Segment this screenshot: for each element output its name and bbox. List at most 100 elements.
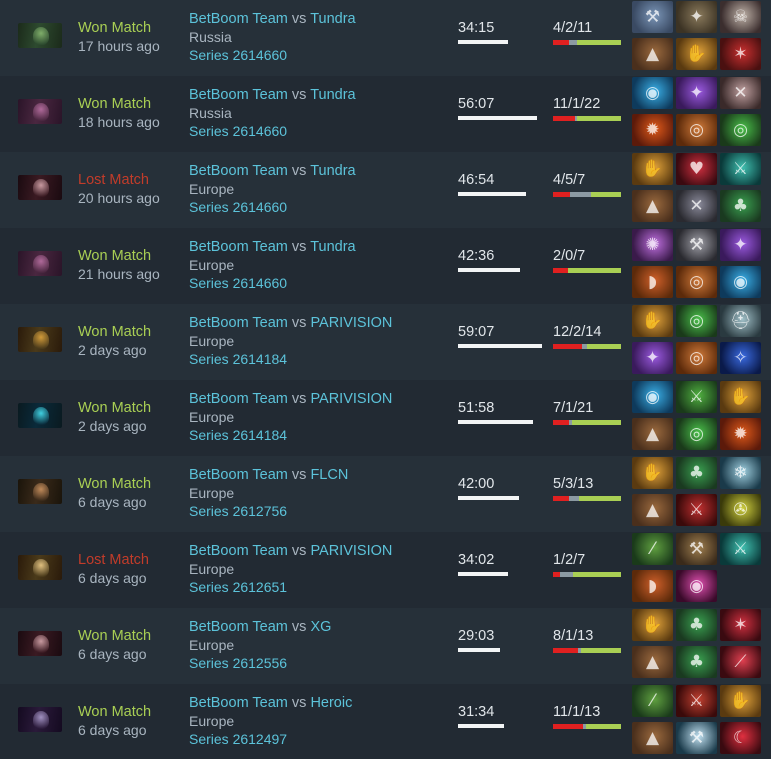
team-a-link[interactable]: BetBoom Team: [189, 11, 288, 27]
anti-mage-icon[interactable]: [18, 631, 62, 656]
green-spiral-icon[interactable]: ◎: [676, 418, 717, 450]
match-result-link[interactable]: Won Match: [78, 323, 151, 341]
match-result-link[interactable]: Won Match: [78, 399, 151, 417]
fire-swirl-icon[interactable]: ✹: [720, 418, 761, 450]
fire-swirl-icon[interactable]: ✹: [632, 114, 673, 146]
hand-of-midas-icon[interactable]: ✋: [632, 305, 673, 337]
blue-orb-icon[interactable]: ◉: [720, 266, 761, 298]
teal-blade-icon[interactable]: ⚔: [720, 533, 761, 565]
team-b-link[interactable]: Tundra: [310, 87, 355, 103]
team-b-link[interactable]: Tundra: [310, 163, 355, 179]
green-sword-icon[interactable]: ⚔: [676, 381, 717, 413]
yellow-wheel-icon[interactable]: ✇: [720, 494, 761, 526]
series-link[interactable]: Series 2614660: [189, 274, 287, 292]
series-link[interactable]: Series 2614184: [189, 426, 287, 444]
hand-of-midas-icon[interactable]: ✋: [632, 153, 673, 185]
match-row[interactable]: Won Match 21 hours ago BetBoom Team vs Tun…: [0, 228, 771, 304]
steel-helm-icon[interactable]: ⛑: [720, 305, 761, 337]
match-result-link[interactable]: Won Match: [78, 247, 151, 265]
match-row[interactable]: Won Match 2 days ago BetBoom Team vs PARIV…: [0, 380, 771, 456]
match-row[interactable]: Lost Match 6 days ago BetBoom Team vs PARI…: [0, 532, 771, 608]
quelling-blade-icon[interactable]: ⚒: [676, 533, 717, 565]
skull-item-icon[interactable]: ☠: [720, 1, 761, 33]
glimmer-cape-icon[interactable]: ✦: [676, 1, 717, 33]
team-a-link[interactable]: BetBoom Team: [189, 315, 288, 331]
match-row[interactable]: Won Match 18 hours ago BetBoom Team vs Tun…: [0, 76, 771, 152]
crimson-spear-icon[interactable]: ⟋: [720, 646, 761, 678]
orange-drum-icon[interactable]: ◎: [676, 342, 717, 374]
orange-cloak-icon[interactable]: ◗: [632, 570, 673, 602]
hand-of-midas-icon[interactable]: ✋: [720, 685, 761, 717]
match-row[interactable]: Won Match 6 days ago BetBoom Team vs Heroi…: [0, 684, 771, 759]
series-link[interactable]: Series 2612651: [189, 578, 287, 596]
storm-spirit-icon[interactable]: [18, 403, 62, 428]
green-wand-icon[interactable]: ⁄: [632, 533, 673, 565]
red-claw-icon[interactable]: ✶: [720, 609, 761, 641]
match-result-link[interactable]: Lost Match: [78, 171, 149, 189]
match-result-link[interactable]: Won Match: [78, 475, 151, 493]
red-blade-icon[interactable]: ⚔: [676, 494, 717, 526]
team-a-link[interactable]: BetBoom Team: [189, 695, 288, 711]
invoker-icon[interactable]: [18, 555, 62, 580]
green-wand-icon[interactable]: ⁄: [632, 685, 673, 717]
match-result-link[interactable]: Won Match: [78, 19, 151, 37]
match-result-link[interactable]: Won Match: [78, 703, 151, 721]
red-bladed-item-icon[interactable]: ✶: [720, 38, 761, 70]
match-result-link[interactable]: Won Match: [78, 95, 151, 113]
green-robe-icon[interactable]: ♣: [720, 190, 761, 222]
green-robe-icon[interactable]: ♣: [676, 457, 717, 489]
match-row[interactable]: Won Match 6 days ago BetBoom Team vs FLCN E…: [0, 456, 771, 532]
team-a-link[interactable]: BetBoom Team: [189, 391, 288, 407]
purple-dagger-icon[interactable]: ✦: [632, 342, 673, 374]
anti-mage-icon[interactable]: [18, 175, 62, 200]
kunkka-icon[interactable]: [18, 479, 62, 504]
purple-burst-icon[interactable]: ✺: [632, 229, 673, 261]
blue-staff-icon[interactable]: ✧: [720, 342, 761, 374]
team-a-link[interactable]: BetBoom Team: [189, 619, 288, 635]
pink-orb-icon[interactable]: ◉: [676, 570, 717, 602]
match-row[interactable]: Won Match 6 days ago BetBoom Team vs XG Eur…: [0, 608, 771, 684]
series-link[interactable]: Series 2614660: [189, 46, 287, 64]
series-link[interactable]: Series 2612497: [189, 730, 287, 748]
hand-of-midas-icon[interactable]: ✋: [632, 457, 673, 489]
match-row[interactable]: Won Match 17 hours ago BetBoom Team vs Tun…: [0, 0, 771, 76]
queen-of-pain-icon[interactable]: [18, 251, 62, 276]
orange-cloak-icon[interactable]: ◗: [632, 266, 673, 298]
match-result-link[interactable]: Lost Match: [78, 551, 149, 569]
gray-dagger-icon[interactable]: ✕: [676, 190, 717, 222]
team-a-link[interactable]: BetBoom Team: [189, 87, 288, 103]
series-link[interactable]: Series 2614660: [189, 198, 287, 216]
team-b-link[interactable]: Tundra: [310, 11, 355, 27]
boots-icon[interactable]: ▲: [632, 494, 673, 526]
teal-blade-icon[interactable]: ⚔: [720, 153, 761, 185]
clockwerk-icon[interactable]: [18, 327, 62, 352]
team-a-link[interactable]: BetBoom Team: [189, 239, 288, 255]
white-axe-icon[interactable]: ⚒: [676, 722, 717, 754]
hand-of-midas-icon[interactable]: ✋: [632, 609, 673, 641]
green-robe-icon[interactable]: ♣: [676, 646, 717, 678]
team-b-link[interactable]: FLCN: [310, 467, 348, 483]
match-result-link[interactable]: Won Match: [78, 627, 151, 645]
ice-armor-icon[interactable]: ❄: [720, 457, 761, 489]
purple-dagger-icon[interactable]: ✦: [676, 77, 717, 109]
blue-orb-icon[interactable]: ◉: [632, 381, 673, 413]
orange-drum-icon[interactable]: ◎: [676, 266, 717, 298]
match-row[interactable]: Lost Match 20 hours ago BetBoom Team vs Tu…: [0, 152, 771, 228]
green-robe-icon[interactable]: ♣: [676, 609, 717, 641]
green-spiral-icon[interactable]: ◎: [676, 305, 717, 337]
team-b-link[interactable]: PARIVISION: [310, 391, 392, 407]
series-link[interactable]: Series 2614184: [189, 350, 287, 368]
boots-icon[interactable]: ▲: [632, 646, 673, 678]
boots-icon[interactable]: ▲: [632, 418, 673, 450]
match-row[interactable]: Won Match 2 days ago BetBoom Team vs PARIV…: [0, 304, 771, 380]
team-b-link[interactable]: PARIVISION: [310, 315, 392, 331]
gray-axe-icon[interactable]: ⚒: [676, 229, 717, 261]
boots-icon[interactable]: ▲: [632, 190, 673, 222]
templar-assassin-icon[interactable]: [18, 707, 62, 732]
orange-drum-icon[interactable]: ◎: [676, 114, 717, 146]
hand-of-midas-icon[interactable]: ✋: [720, 381, 761, 413]
claw-item-icon[interactable]: ✕: [720, 77, 761, 109]
series-link[interactable]: Series 2614660: [189, 122, 287, 140]
green-spiral-icon[interactable]: ◎: [720, 114, 761, 146]
boots-icon[interactable]: ▲: [632, 722, 673, 754]
